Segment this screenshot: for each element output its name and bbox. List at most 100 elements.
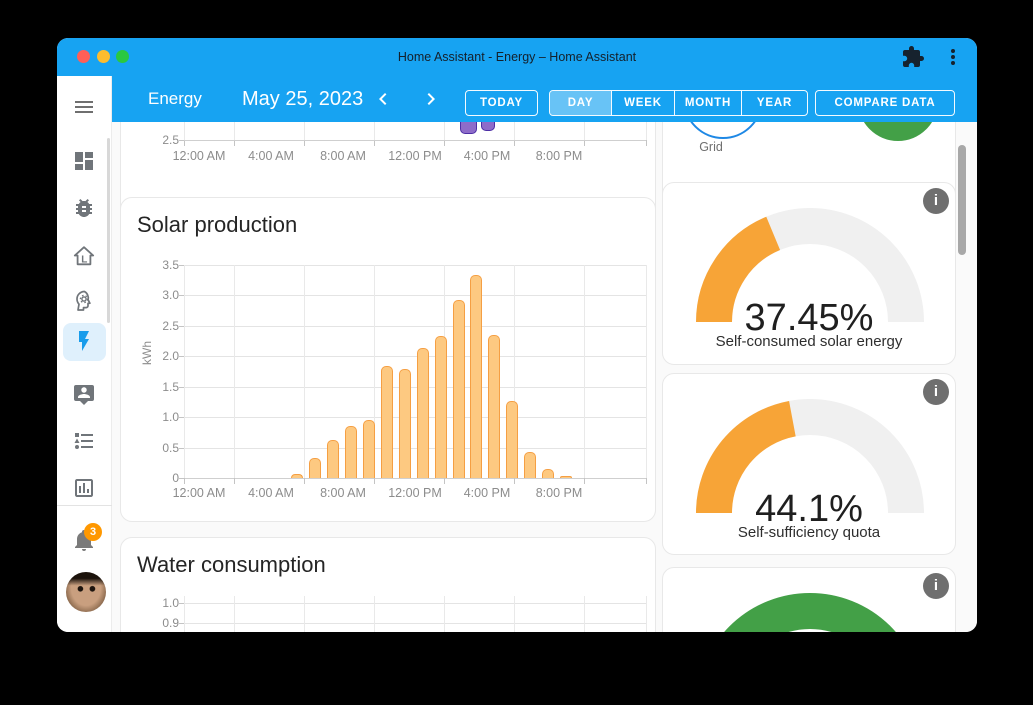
grid-line — [584, 122, 585, 140]
grid-line — [184, 478, 646, 479]
next-day-chevron-icon[interactable] — [419, 87, 443, 111]
today-button[interactable]: TODAY — [465, 90, 538, 116]
grid-line — [514, 122, 515, 140]
solar-bar — [309, 458, 321, 478]
card-title: Solar production — [137, 212, 297, 238]
grid-line — [184, 122, 185, 140]
x-axis-label: 12:00 PM — [383, 149, 447, 163]
y-axis-label: 3.0 — [139, 289, 179, 301]
y-axis-label: 2.5 — [139, 320, 179, 332]
period-week-button[interactable]: WEEK — [611, 91, 674, 115]
solar-bar — [506, 401, 518, 478]
date-display[interactable]: May 25, 2023 — [242, 76, 363, 122]
x-axis-label: 8:00 AM — [311, 486, 375, 500]
user-avatar[interactable] — [66, 572, 106, 612]
grid-line — [444, 122, 445, 140]
dashboard-content: 2.512:00 AM4:00 AM8:00 AM12:00 PM4:00 PM… — [112, 122, 977, 632]
sidebar-item-dashboard[interactable] — [72, 149, 96, 173]
gauge-card-partial-green: i — [662, 567, 956, 632]
maximize-window-button[interactable] — [116, 50, 129, 63]
grid-line — [646, 596, 647, 632]
page-title: Energy — [148, 76, 202, 122]
grid-line — [184, 265, 646, 266]
home-node-circle[interactable] — [858, 122, 938, 141]
notification-count-badge: 3 — [84, 523, 102, 541]
solar-bar — [291, 474, 303, 478]
grid-line — [184, 603, 646, 604]
grid-line — [234, 596, 235, 632]
solar-bar — [524, 452, 536, 478]
x-tick-mark — [646, 140, 647, 146]
grid-line — [184, 140, 646, 141]
x-axis-label: 8:00 PM — [527, 486, 591, 500]
grid-line — [234, 122, 235, 140]
solar-bar — [417, 348, 429, 478]
card-title: Water consumption — [137, 552, 326, 578]
grid-line — [184, 623, 646, 624]
y-axis-label: 1.0 — [139, 411, 179, 423]
x-axis-label: 8:00 AM — [311, 149, 375, 163]
sidebar-item-list-icon[interactable] — [72, 429, 96, 453]
sidebar-item-chart-box-icon[interactable] — [72, 476, 96, 500]
grid-line — [184, 448, 646, 449]
return-to-grid-bar — [481, 122, 495, 131]
sidebar-item-tooltip-account-icon[interactable] — [72, 383, 96, 407]
solar-bar — [470, 275, 482, 478]
x-tick-mark — [646, 478, 647, 484]
sidebar-divider — [57, 505, 112, 506]
sidebar-item-head-cog-icon[interactable] — [72, 289, 96, 313]
grid-line — [184, 265, 185, 478]
sidebar: L 3 — [57, 76, 112, 632]
app-area: L 3 Energy May 25, 2023 — [57, 76, 977, 632]
x-axis-label: 4:00 PM — [455, 486, 519, 500]
solar-bar — [453, 300, 465, 478]
gauge-label: Self-consumed solar energy — [663, 333, 955, 350]
sidebar-item-bug-icon[interactable] — [72, 196, 96, 220]
period-month-button[interactable]: MONTH — [674, 91, 741, 115]
gauge-label: Self-sufficiency quota — [663, 524, 955, 541]
grid-line — [514, 596, 515, 632]
previous-day-chevron-icon[interactable] — [371, 87, 395, 111]
y-axis-label: 0.9 — [139, 617, 179, 629]
browser-menu-kebab-icon[interactable] — [941, 45, 965, 69]
svg-text:L: L — [81, 255, 87, 266]
grid-line — [646, 265, 647, 478]
sidebar-item-home-icon[interactable]: L — [72, 244, 96, 268]
y-tick-mark — [179, 140, 184, 141]
close-window-button[interactable] — [77, 50, 90, 63]
gauge-arc — [690, 587, 930, 632]
period-segment-group: DAY WEEK MONTH YEAR — [549, 90, 808, 116]
period-day-button[interactable]: DAY — [550, 91, 611, 115]
period-year-button[interactable]: YEAR — [741, 91, 807, 115]
x-tick-mark — [444, 478, 445, 484]
solar-bar — [560, 476, 572, 478]
sidebar-scrollbar-thumb[interactable] — [107, 138, 110, 323]
solar-production-card: Solar production kWh 00.51.01.52.02.53.0… — [120, 197, 656, 522]
y-axis-label: 1.5 — [139, 381, 179, 393]
y-axis-label: 1.0 — [139, 597, 179, 609]
grid-line — [374, 596, 375, 632]
x-axis-label: 4:00 AM — [239, 149, 303, 163]
gauge-card-self-consumed: i 37.45% Self-consumed solar energy — [662, 182, 956, 365]
x-tick-mark — [584, 478, 585, 484]
solar-bar — [381, 366, 393, 478]
solar-bar — [363, 420, 375, 478]
menu-hamburger-icon[interactable] — [72, 95, 96, 119]
grid-line — [444, 596, 445, 632]
page-scrollbar-thumb[interactable] — [958, 145, 966, 255]
minimize-window-button[interactable] — [97, 50, 110, 63]
gauge-card-self-sufficiency: i 44.1% Self-sufficiency quota — [662, 373, 956, 555]
sidebar-item-energy-icon[interactable] — [72, 329, 96, 353]
y-axis-label: 3.5 — [139, 259, 179, 271]
grid-line — [584, 596, 585, 632]
y-axis-label: 2.0 — [139, 350, 179, 362]
grid-line — [184, 356, 646, 357]
grid-node-circle[interactable] — [683, 122, 763, 139]
extensions-puzzle-icon[interactable] — [901, 45, 925, 69]
x-axis-label: 4:00 AM — [239, 486, 303, 500]
compare-data-button[interactable]: COMPARE DATA — [815, 90, 955, 116]
energy-header: Energy May 25, 2023 TODAY DAY WEEK MONTH… — [112, 76, 977, 122]
x-tick-mark — [374, 478, 375, 484]
solar-bar — [399, 369, 411, 478]
grid-line — [304, 265, 305, 478]
